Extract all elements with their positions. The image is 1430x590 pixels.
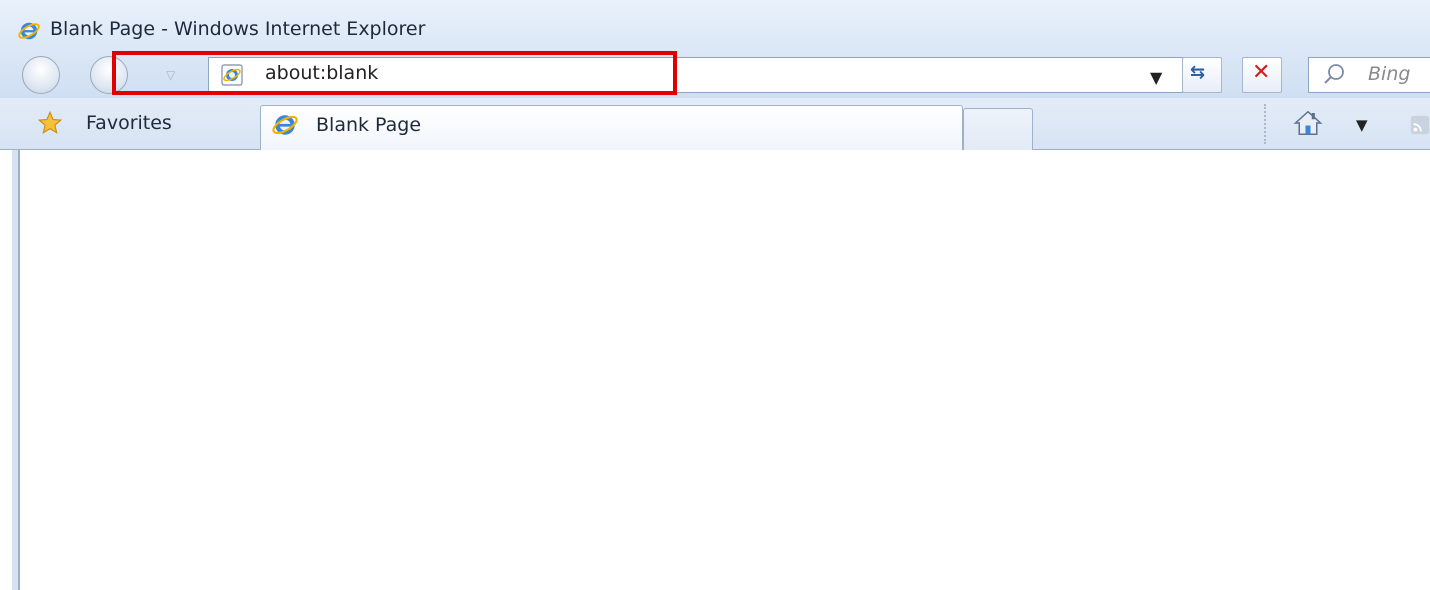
address-dropdown-icon[interactable]: ▼ (1150, 68, 1162, 87)
ie-window: Blank Page - Windows Internet Explorer ▽… (0, 0, 1430, 590)
tab-label[interactable]: Blank Page (316, 114, 421, 136)
toolbar-separator (1264, 104, 1268, 144)
favorites-star-icon (37, 110, 63, 134)
home-icon[interactable] (1292, 108, 1324, 138)
refresh-icon: ⇆ (1190, 62, 1206, 83)
home-dropdown-icon[interactable]: ▼ (1356, 116, 1368, 134)
ie-logo-icon (18, 22, 40, 40)
stop-icon: ✕ (1252, 60, 1271, 85)
content-border (18, 150, 20, 590)
search-placeholder[interactable]: Bing (1368, 63, 1410, 85)
feeds-icon[interactable] (1409, 114, 1430, 136)
favorites-label[interactable]: Favorites (86, 112, 172, 134)
search-icon (1324, 64, 1344, 84)
window-title: Blank Page - Windows Internet Explorer (50, 18, 426, 40)
new-tab-button[interactable] (963, 108, 1033, 150)
ie-logo-icon (272, 115, 298, 135)
page-content-area[interactable] (12, 150, 1430, 590)
back-button[interactable] (22, 56, 60, 94)
address-bar-highlight (112, 51, 677, 95)
